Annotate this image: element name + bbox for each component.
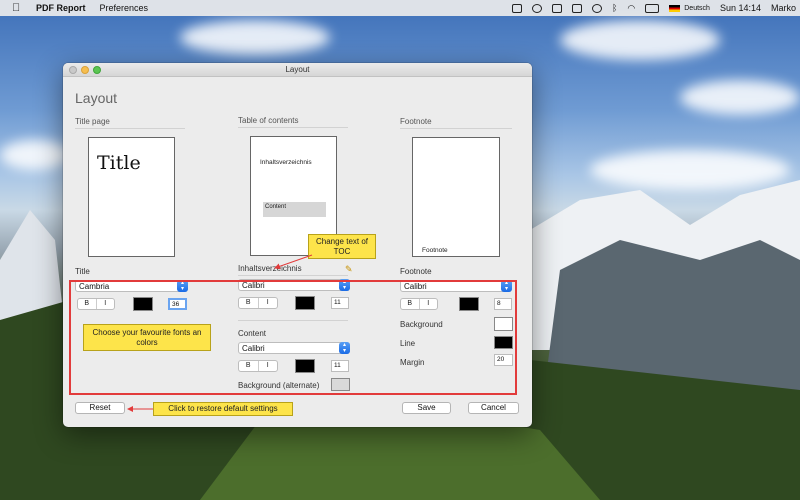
toc-arrow — [274, 254, 313, 270]
callout-arrows — [127, 254, 313, 412]
